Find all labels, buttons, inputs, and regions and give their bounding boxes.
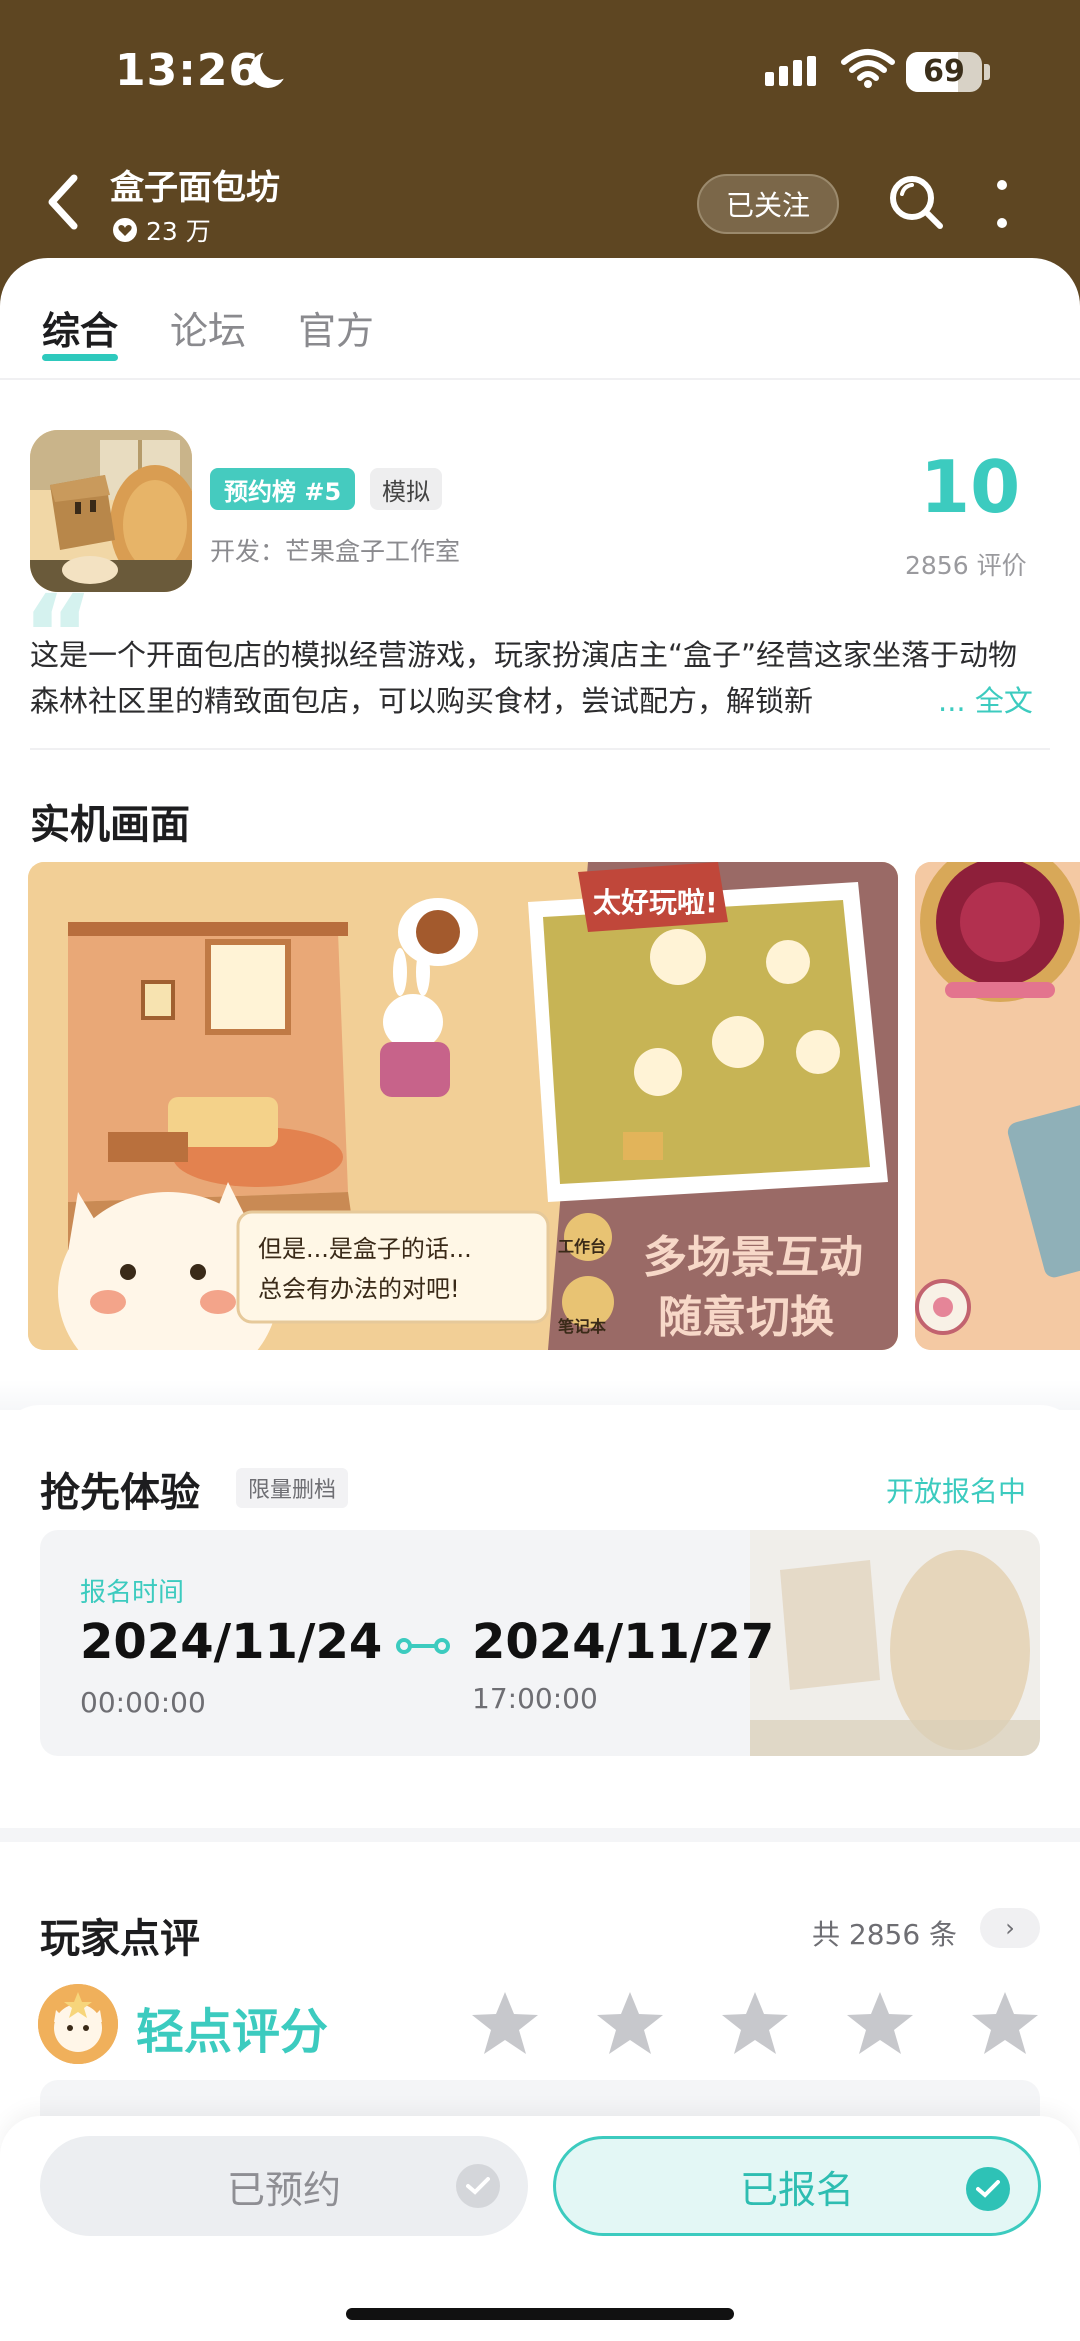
- developer-text: 开发：芒果盒子工作室: [210, 537, 461, 566]
- follower-count: 23 万: [112, 212, 211, 248]
- follower-count-text: 23 万: [146, 217, 211, 246]
- star-icon-4[interactable]: [845, 1990, 915, 2056]
- game-description: 这是一个开面包店的模拟经营游戏，玩家扮演店主“盒子”经营这家坐落于动物森林社区里…: [30, 638, 1018, 718]
- tab-divider: [0, 378, 1080, 380]
- early-access-title: 抢先体验: [40, 1470, 200, 1516]
- wifi-icon: [841, 49, 895, 88]
- section-separator: [0, 1828, 1080, 1842]
- reserved-button[interactable]: 已预约: [40, 2136, 528, 2236]
- reserved-label: 已预约: [226, 2167, 341, 2212]
- registration-time-label: 报名时间: [80, 1578, 185, 1608]
- tab-bar: 综合 论坛 官方: [42, 300, 374, 361]
- screenshot-2[interactable]: [915, 862, 1080, 1350]
- divider: [30, 748, 1050, 750]
- battery-level: 69: [923, 54, 965, 89]
- back-icon[interactable]: [40, 172, 88, 232]
- rank-badge[interactable]: 预约榜 #5: [210, 468, 356, 510]
- date-range-icon: [396, 1638, 450, 1654]
- check-icon: [456, 2164, 500, 2208]
- sign-text: 太好玩啦!: [593, 886, 718, 919]
- star-icon-2[interactable]: [595, 1990, 665, 2056]
- review-count[interactable]: 共 2856 条: [812, 1913, 957, 1953]
- status-time: 13:26: [115, 45, 261, 96]
- slogan-line-1: 多场景互动: [643, 1232, 863, 1283]
- home-indicator[interactable]: [346, 2308, 734, 2320]
- tap-to-rate-label: 轻点评分: [136, 2004, 329, 2060]
- battery-tip: [984, 64, 990, 80]
- follow-button[interactable]: 已关注: [697, 174, 839, 234]
- star-icon-3[interactable]: [720, 1990, 790, 2056]
- more-icon[interactable]: [996, 180, 1008, 228]
- slogan-line-2: 随意切换: [658, 1292, 834, 1343]
- read-more-link[interactable]: ... 全文: [928, 678, 1033, 724]
- screenshots-title: 实机画面: [30, 802, 190, 848]
- dialog-line-1: 但是...是盒子的话...: [258, 1235, 472, 1263]
- workbench-label: 工作台: [558, 1237, 606, 1256]
- screenshot-1[interactable]: 但是...是盒子的话... 总会有办法的对吧! 太好玩啦! 工作台 笔记本 多场…: [28, 862, 898, 1350]
- tab-overview[interactable]: 综合: [42, 300, 119, 361]
- battery-icon: 69: [906, 52, 982, 92]
- dialog-line-2: 总会有办法的对吧!: [258, 1275, 460, 1303]
- avatar: [38, 1984, 118, 2064]
- start-date: 2024/11/24: [80, 1614, 383, 1670]
- player-reviews-title: 玩家点评: [40, 1916, 200, 1962]
- registered-button[interactable]: 已报名: [553, 2136, 1041, 2236]
- chevron-right-icon[interactable]: ›: [980, 1908, 1040, 1948]
- end-time: 17:00:00: [472, 1682, 598, 1715]
- signal-icon: [765, 56, 816, 86]
- page-title: 盒子面包坊: [110, 168, 280, 208]
- rating-score: 10: [920, 445, 1021, 529]
- genre-badge[interactable]: 模拟: [370, 468, 442, 510]
- tab-forum[interactable]: 论坛: [170, 300, 246, 355]
- start-time: 00:00:00: [80, 1686, 206, 1719]
- check-icon: [966, 2167, 1010, 2211]
- limited-tag: 限量删档: [236, 1468, 349, 1508]
- moon-icon: [250, 46, 294, 88]
- tab-official[interactable]: 官方: [298, 300, 374, 355]
- search-icon[interactable]: [886, 172, 946, 232]
- registration-status[interactable]: 开放报名中: [886, 1470, 1026, 1510]
- star-icon-5[interactable]: [970, 1990, 1040, 2056]
- star-icon-1[interactable]: [470, 1990, 540, 2056]
- rating-count: 2856 评价: [905, 551, 1027, 580]
- registered-label: 已报名: [739, 2167, 854, 2212]
- heart-icon: [113, 218, 137, 242]
- end-date: 2024/11/27: [472, 1614, 775, 1670]
- notebook-label: 笔记本: [558, 1317, 606, 1336]
- game-icon[interactable]: [30, 430, 192, 592]
- rating-stars: [470, 1990, 1040, 2056]
